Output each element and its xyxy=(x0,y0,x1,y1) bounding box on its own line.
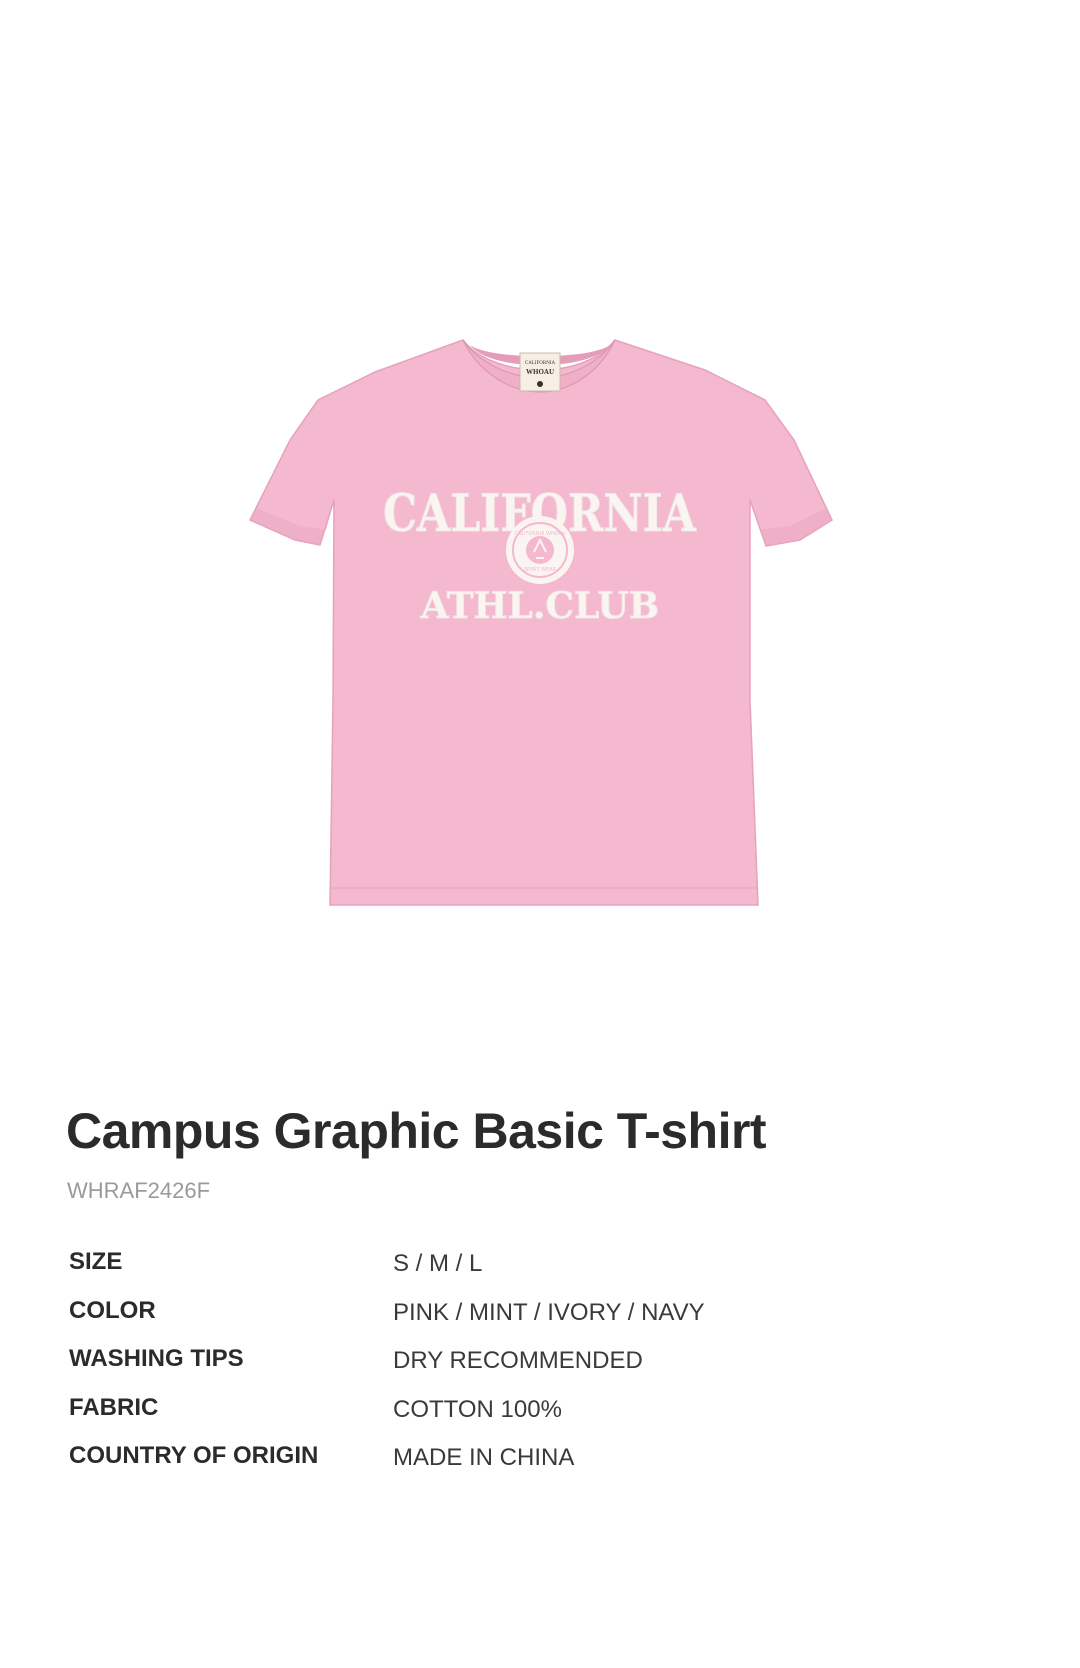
spec-label: COUNTRY OF ORIGIN xyxy=(69,1442,319,1469)
product-title: Campus Graphic Basic T-shirt xyxy=(66,1103,767,1159)
tshirt-illustration: CALIFORNIA WHOAU CALIFORNIA CALIFORNIA W… xyxy=(248,339,833,906)
spec-row-washing-tips: WASHING TIPS DRY RECOMMENDED xyxy=(69,1345,829,1394)
spec-row-color: COLOR PINK / MINT / IVORY / NAVY xyxy=(69,1297,829,1346)
spec-value: S / M / L xyxy=(393,1250,483,1277)
spec-value: DRY RECOMMENDED xyxy=(393,1347,643,1374)
spec-value: PINK / MINT / IVORY / NAVY xyxy=(393,1298,705,1326)
spec-value: COTTON 100% xyxy=(393,1395,562,1423)
spec-label: SIZE xyxy=(69,1248,123,1275)
spec-label: FABRIC xyxy=(69,1393,159,1421)
spec-label: COLOR xyxy=(69,1296,156,1324)
svg-text:WHOAU: WHOAU xyxy=(526,368,554,376)
svg-text:SPIRIT WEAR: SPIRIT WEAR xyxy=(524,567,557,573)
spec-row-fabric: FABRIC COTTON 100% xyxy=(69,1394,829,1443)
product-image: CALIFORNIA WHOAU CALIFORNIA CALIFORNIA W… xyxy=(0,0,1080,1100)
spec-table: SIZE S / M / L COLOR PINK / MINT / IVORY… xyxy=(69,1248,829,1491)
spec-label: WASHING TIPS xyxy=(69,1345,244,1372)
spec-row-country-of-origin: COUNTRY OF ORIGIN MADE IN CHINA xyxy=(69,1442,829,1491)
spec-row-size: SIZE S / M / L xyxy=(69,1248,829,1297)
svg-text:CALIFORNIA: CALIFORNIA xyxy=(525,361,556,366)
svg-text:CALIFORNIA WHOAU: CALIFORNIA WHOAU xyxy=(514,531,566,537)
graphic-text-athl-club: ATHL.CLUB xyxy=(420,585,659,627)
spec-value: MADE IN CHINA xyxy=(393,1444,575,1471)
product-code: WHRAF2426F xyxy=(67,1178,211,1203)
seal-emblem-icon: CALIFORNIA WHOAU SPIRIT WEAR xyxy=(506,516,574,584)
neck-label-icon: CALIFORNIA WHOAU xyxy=(519,352,561,392)
